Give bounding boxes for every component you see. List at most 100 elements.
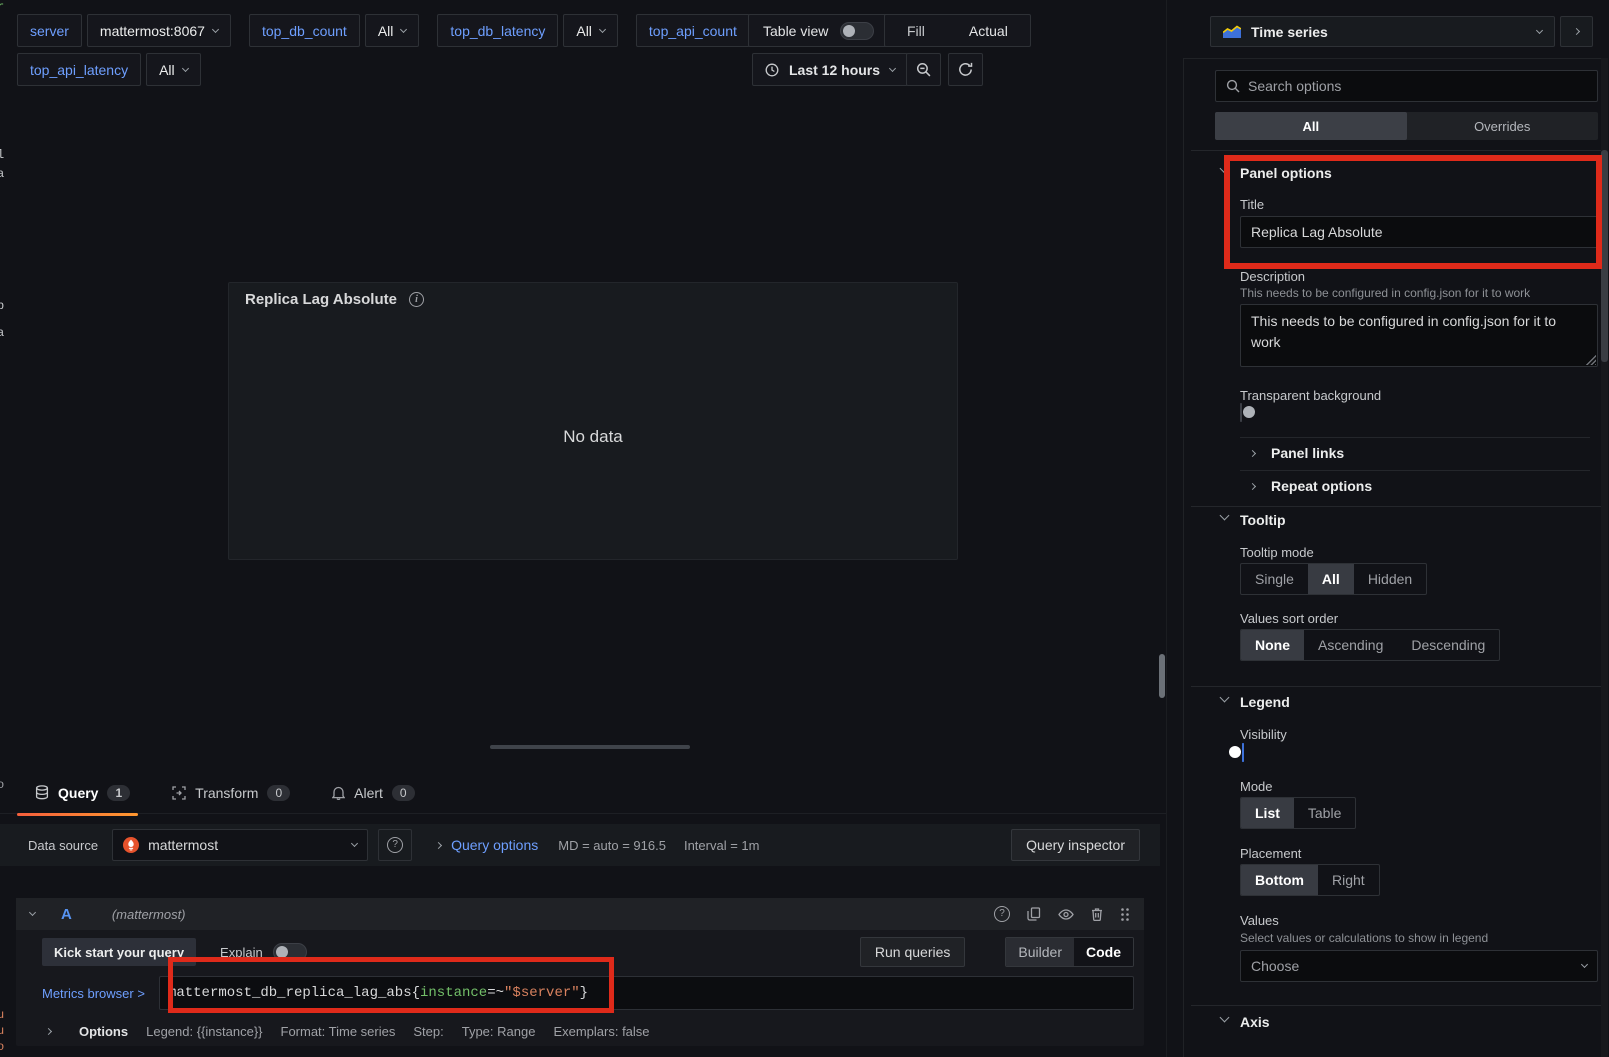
transparent-background-label: Transparent background bbox=[1240, 388, 1381, 403]
panel-resize-handle[interactable] bbox=[490, 745, 690, 749]
tab-count-badge: 1 bbox=[107, 785, 130, 801]
panel-links-section[interactable]: Panel links bbox=[1250, 445, 1344, 461]
sort-none[interactable]: None bbox=[1241, 630, 1304, 660]
variable-label[interactable]: top_api_latency bbox=[17, 53, 141, 86]
query-header[interactable]: A (mattermost) ? bbox=[16, 898, 1144, 930]
drag-handle-icon[interactable] bbox=[1120, 907, 1130, 922]
variable-top-db-count: top_db_count All bbox=[249, 14, 419, 47]
toggle-visibility-button[interactable] bbox=[1058, 909, 1074, 920]
template-variables-row-2: top_api_latency All bbox=[17, 53, 201, 86]
repeat-options-section[interactable]: Repeat options bbox=[1250, 478, 1372, 494]
panel-description-textarea[interactable]: This needs to be configured in config.js… bbox=[1240, 304, 1598, 367]
table-view-label: Table view bbox=[763, 23, 828, 39]
query-datasource-note: (mattermost) bbox=[112, 907, 186, 922]
table-view-toggle-group: Table view bbox=[748, 14, 889, 47]
tooltip-mode-single[interactable]: Single bbox=[1241, 564, 1308, 594]
sidebar-scrollbar-thumb[interactable] bbox=[1601, 150, 1608, 362]
no-data-message: No data bbox=[229, 427, 957, 447]
promql-code-editor[interactable]: mattermost_db_replica_lag_abs{instance=~… bbox=[159, 976, 1134, 1010]
code-option[interactable]: Code bbox=[1074, 938, 1133, 966]
section-header-panel-options[interactable]: Panel options bbox=[1240, 165, 1332, 181]
chevron-down-icon bbox=[1581, 961, 1588, 968]
help-icon: ? bbox=[387, 837, 403, 853]
placement-right[interactable]: Right bbox=[1318, 865, 1379, 895]
panel-title-input[interactable] bbox=[1240, 216, 1598, 248]
refresh-button[interactable] bbox=[948, 53, 983, 86]
fill-actual-group: Fill Actual bbox=[884, 14, 1031, 47]
explain-label: Explain bbox=[220, 945, 263, 960]
variable-top-db-latency: top_db_latency All bbox=[437, 14, 618, 47]
query-options-row[interactable]: Options Legend: {{instance}} Format: Tim… bbox=[46, 1024, 1134, 1039]
panel-preview: Replica Lag Absolute i No data bbox=[228, 282, 958, 560]
query-inspector-button[interactable]: Query inspector bbox=[1011, 829, 1140, 861]
time-range-picker[interactable]: Last 12 hours bbox=[752, 53, 908, 86]
duplicate-query-button[interactable] bbox=[1027, 907, 1041, 921]
tab-all[interactable]: All bbox=[1215, 112, 1407, 140]
variable-label[interactable]: server bbox=[17, 14, 82, 47]
tab-transform[interactable]: Transform 0 bbox=[172, 772, 290, 814]
zoom-out-time-button[interactable] bbox=[906, 53, 941, 86]
grafana-panel-editor: rlabaouuo server mattermost:8067 top_db_… bbox=[0, 0, 1609, 1057]
delete-query-button[interactable] bbox=[1091, 907, 1103, 921]
actual-option[interactable]: Actual bbox=[947, 23, 1030, 39]
sort-descending[interactable]: Descending bbox=[1397, 630, 1499, 660]
tab-overrides[interactable]: Overrides bbox=[1407, 112, 1599, 140]
legend-mode-list[interactable]: List bbox=[1241, 798, 1294, 828]
section-header-axis[interactable]: Axis bbox=[1240, 1014, 1270, 1030]
builder-option[interactable]: Builder bbox=[1006, 938, 1074, 966]
main-scrollbar-thumb[interactable] bbox=[1159, 654, 1165, 698]
tab-alert[interactable]: Alert 0 bbox=[332, 772, 414, 814]
exemplars-option: Exemplars: false bbox=[553, 1024, 649, 1039]
collapse-query-icon[interactable] bbox=[29, 909, 36, 916]
datasource-help-button[interactable]: ? bbox=[378, 829, 412, 861]
options-search[interactable] bbox=[1215, 70, 1598, 102]
variable-value-dropdown[interactable]: mattermost:8067 bbox=[87, 14, 231, 47]
table-view-toggle[interactable] bbox=[840, 22, 874, 40]
datasource-picker[interactable]: mattermost bbox=[112, 829, 368, 861]
search-input[interactable] bbox=[1248, 78, 1587, 94]
bell-icon bbox=[332, 786, 345, 800]
placement-bottom[interactable]: Bottom bbox=[1241, 865, 1318, 895]
visualization-picker[interactable]: Time series bbox=[1210, 16, 1555, 47]
legend-mode-table[interactable]: Table bbox=[1294, 798, 1355, 828]
sort-ascending[interactable]: Ascending bbox=[1304, 630, 1397, 660]
tab-query[interactable]: Query 1 bbox=[35, 772, 130, 814]
query-help-button[interactable]: ? bbox=[994, 906, 1010, 922]
variable-value-dropdown[interactable]: All bbox=[365, 14, 420, 47]
chevron-down-icon bbox=[351, 840, 358, 847]
prometheus-icon bbox=[123, 837, 139, 853]
legend-visibility-toggle[interactable] bbox=[1242, 743, 1244, 762]
variable-value-dropdown[interactable]: All bbox=[146, 53, 201, 86]
transparent-background-toggle[interactable] bbox=[1240, 403, 1242, 422]
info-icon[interactable]: i bbox=[409, 292, 424, 307]
kick-start-query-button[interactable]: Kick start your query bbox=[42, 938, 196, 966]
edge-glyph: a bbox=[0, 326, 4, 340]
query-ref-id: A bbox=[61, 906, 72, 923]
variable-label[interactable]: top_db_count bbox=[249, 14, 360, 47]
section-header-legend[interactable]: Legend bbox=[1240, 694, 1290, 710]
variable-label[interactable]: top_db_latency bbox=[437, 14, 558, 47]
visibility-label: Visibility bbox=[1240, 727, 1287, 742]
edge-glyph: a bbox=[0, 167, 4, 181]
toggle-options-pane-button[interactable] bbox=[1560, 16, 1593, 47]
section-header-tooltip[interactable]: Tooltip bbox=[1240, 512, 1286, 528]
tooltip-mode-hidden[interactable]: Hidden bbox=[1354, 564, 1426, 594]
metrics-browser-link[interactable]: Metrics browser > bbox=[42, 986, 145, 1001]
legend-values-select[interactable]: Choose bbox=[1240, 950, 1598, 982]
legend-mode-switch: List Table bbox=[1240, 797, 1356, 829]
edge-glyph: l bbox=[0, 148, 4, 162]
options-filter-tabs: All Overrides bbox=[1215, 112, 1598, 140]
tooltip-mode-all[interactable]: All bbox=[1308, 564, 1354, 594]
fill-option[interactable]: Fill bbox=[885, 23, 947, 39]
run-queries-button[interactable]: Run queries bbox=[860, 937, 966, 967]
clock-icon bbox=[765, 63, 779, 77]
legend-mode-label: Mode bbox=[1240, 779, 1273, 794]
query-options-link[interactable]: Query options bbox=[451, 837, 538, 853]
promql-label-key: instance bbox=[420, 985, 487, 1001]
tab-count-badge: 0 bbox=[392, 785, 415, 801]
variable-top-api-latency: top_api_latency All bbox=[17, 53, 201, 86]
edge-glyph: u bbox=[0, 1024, 4, 1038]
explain-toggle[interactable] bbox=[273, 943, 307, 961]
variable-label[interactable]: top_api_count bbox=[636, 14, 750, 47]
variable-value-dropdown[interactable]: All bbox=[563, 14, 618, 47]
